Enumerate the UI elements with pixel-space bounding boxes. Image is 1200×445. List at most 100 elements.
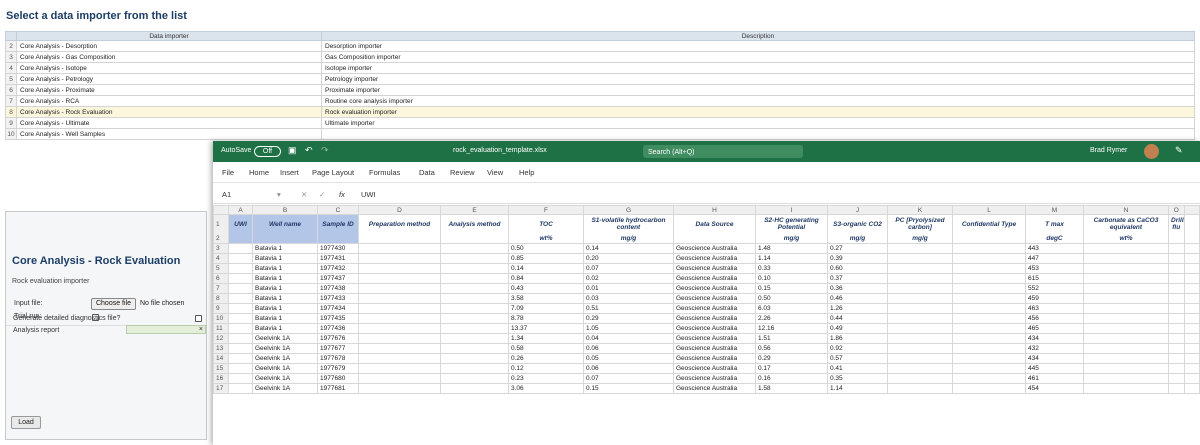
empty-cell[interactable] [1083, 343, 1169, 354]
empty-cell[interactable] [887, 263, 953, 274]
empty-cell[interactable] [440, 333, 509, 344]
cell-s1[interactable]: 0.15 [583, 383, 674, 394]
cell-toc[interactable]: 0.14 [508, 263, 584, 274]
cell-s1[interactable]: 0.03 [583, 293, 674, 304]
empty-cell[interactable] [887, 313, 953, 324]
field-header-cell[interactable]: Sample ID [317, 214, 359, 234]
cell-tmax[interactable]: 453 [1025, 263, 1084, 274]
cell-src[interactable]: Geoscience Australia [673, 333, 756, 344]
cell-src[interactable]: Geoscience Australia [673, 283, 756, 294]
empty-cell[interactable] [440, 243, 509, 254]
empty-cell[interactable] [358, 383, 441, 394]
row-header[interactable]: 8 [213, 293, 229, 304]
empty-cell[interactable] [1083, 373, 1169, 384]
cell-id[interactable]: 1977430 [317, 243, 359, 254]
autosave-toggle[interactable]: Off [254, 146, 281, 157]
empty-cell[interactable] [440, 263, 509, 274]
row-header[interactable]: 17 [213, 383, 229, 394]
cell-tmax[interactable]: 615 [1025, 273, 1084, 284]
empty-cell[interactable] [952, 333, 1026, 344]
enter-icon[interactable]: ✓ [319, 190, 325, 199]
empty-cell[interactable] [1083, 303, 1169, 314]
cell-toc[interactable]: 0.23 [508, 373, 584, 384]
importer-name[interactable]: Core Analysis - Petrology [16, 73, 322, 85]
column-header[interactable]: G [583, 205, 674, 215]
empty-cell[interactable] [440, 373, 509, 384]
cell-tmax[interactable]: 443 [1025, 243, 1084, 254]
empty-cell[interactable] [228, 363, 253, 374]
empty-cell[interactable] [952, 323, 1026, 334]
cell-well[interactable]: Batavia 1 [252, 243, 318, 254]
empty-cell[interactable] [440, 343, 509, 354]
row-header[interactable]: 1 [213, 214, 229, 234]
empty-cell[interactable] [440, 363, 509, 374]
choose-file-button[interactable]: Choose file [91, 298, 136, 310]
empty-cell[interactable] [952, 273, 1026, 284]
user-name[interactable]: Brad Rymer [1090, 147, 1127, 154]
empty-cell[interactable] [440, 323, 509, 334]
empty-cell[interactable] [952, 283, 1026, 294]
empty-cell[interactable] [952, 313, 1026, 324]
name-box[interactable]: A1 [222, 190, 231, 199]
cell-toc[interactable]: 0.84 [508, 273, 584, 284]
empty-cell[interactable] [887, 333, 953, 344]
row-header[interactable]: 11 [213, 323, 229, 334]
cell-s2[interactable]: 0.17 [755, 363, 828, 374]
cell-tmax[interactable]: 434 [1025, 333, 1084, 344]
ribbon-tab-data[interactable]: Data [419, 168, 435, 177]
cell-src[interactable]: Geoscience Australia [673, 323, 756, 334]
column-header[interactable]: C [317, 205, 359, 215]
empty-cell[interactable] [952, 353, 1026, 364]
ribbon-tab-formulas[interactable]: Formulas [369, 168, 400, 177]
cell-id[interactable]: 1977678 [317, 353, 359, 364]
cell-src[interactable]: Geoscience Australia [673, 313, 756, 324]
cell-id[interactable]: 1977432 [317, 263, 359, 274]
empty-cell[interactable] [440, 313, 509, 324]
field-header-cell[interactable]: Drilling flu [1168, 214, 1185, 234]
empty-cell[interactable] [228, 343, 253, 354]
importer-name[interactable]: Core Analysis - Gas Composition [16, 51, 322, 63]
load-button[interactable]: Load [11, 416, 41, 429]
empty-cell[interactable] [1083, 363, 1169, 374]
row-header[interactable]: 13 [213, 343, 229, 354]
empty-cell[interactable] [952, 263, 1026, 274]
field-header-cell[interactable]: Well name [252, 214, 318, 234]
empty-cell[interactable] [358, 303, 441, 314]
cell-toc[interactable]: 0.26 [508, 353, 584, 364]
ribbon-tab-review[interactable]: Review [450, 168, 475, 177]
empty-cell[interactable] [1168, 283, 1185, 294]
cell-s3[interactable]: 0.37 [827, 273, 888, 284]
cell-tmax[interactable]: 456 [1025, 313, 1084, 324]
empty-cell[interactable] [1083, 323, 1169, 334]
ribbon-tab-help[interactable]: Help [519, 168, 534, 177]
formula-input[interactable]: UWI [361, 190, 376, 199]
empty-cell[interactable] [228, 313, 253, 324]
empty-cell[interactable] [1168, 333, 1185, 344]
cell-s2[interactable]: 0.15 [755, 283, 828, 294]
empty-cell[interactable] [440, 383, 509, 394]
cell-s2[interactable]: 0.56 [755, 343, 828, 354]
unit-header-cell[interactable]: wt% [508, 233, 584, 244]
row-header[interactable]: 5 [213, 263, 229, 274]
empty-cell[interactable] [952, 373, 1026, 384]
cell-src[interactable]: Geoscience Australia [673, 383, 756, 394]
field-header-cell[interactable]: S1-volatile hydrocarbon content [583, 214, 674, 234]
empty-cell[interactable] [1083, 273, 1169, 284]
empty-cell[interactable] [440, 303, 509, 314]
ribbon-tab-file[interactable]: File [222, 168, 234, 177]
empty-cell[interactable] [952, 303, 1026, 314]
cell-s3[interactable]: 0.27 [827, 243, 888, 254]
empty-cell[interactable] [1168, 383, 1185, 394]
importer-row[interactable]: 6 Core Analysis - Proximate Proximate impo… [5, 84, 1195, 96]
field-header-cell[interactable]: Confidential Type [952, 214, 1026, 234]
cell-toc[interactable]: 1.34 [508, 333, 584, 344]
cell-well[interactable]: Geelvink 1A [252, 343, 318, 354]
empty-cell[interactable] [887, 253, 953, 264]
empty-cell[interactable] [440, 293, 509, 304]
cell-tmax[interactable]: 552 [1025, 283, 1084, 294]
empty-cell[interactable] [358, 343, 441, 354]
unit-header-cell[interactable] [673, 233, 756, 244]
empty-cell[interactable] [358, 333, 441, 344]
column-header[interactable]: D [358, 205, 441, 215]
cell-toc[interactable]: 0.58 [508, 343, 584, 354]
